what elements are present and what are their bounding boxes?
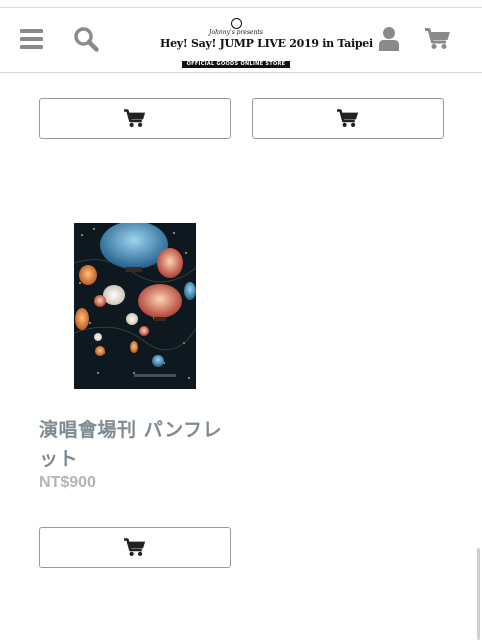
logo-subtitle: OFFICIAL GOODS ONLINE STORE [181, 61, 291, 68]
add-to-cart-button[interactable] [39, 527, 231, 568]
cart-icon [425, 28, 450, 49]
add-to-cart-button[interactable] [39, 98, 231, 139]
cart-icon [337, 109, 359, 127]
add-to-cart-button[interactable] [252, 98, 444, 139]
cart-button[interactable] [424, 26, 452, 52]
lantern-photo [74, 223, 196, 389]
cart-icon [124, 109, 146, 127]
logo-title: Hey! Say! JUMP LIVE 2019 in Taipei [160, 37, 373, 50]
user-icon [379, 27, 399, 51]
menu-button[interactable] [18, 26, 44, 52]
product-image[interactable] [74, 223, 196, 389]
site-header: Johnny's presents Hey! Say! JUMP LIVE 20… [0, 8, 482, 72]
product-price: NT$900 [39, 474, 96, 491]
logo-presents: Johnny's presents [209, 29, 263, 36]
account-button[interactable] [376, 25, 402, 53]
product-name[interactable]: 演唱會場刊 パンフレット [39, 416, 229, 474]
scrollbar[interactable] [477, 548, 480, 640]
search-button[interactable] [72, 25, 100, 53]
store-logo[interactable]: Johnny's presents Hey! Say! JUMP LIVE 20… [160, 18, 373, 68]
header-divider [0, 72, 482, 73]
search-icon [74, 27, 99, 52]
logo-mark [230, 18, 242, 29]
cart-icon [124, 538, 146, 556]
menu-icon [19, 29, 43, 49]
